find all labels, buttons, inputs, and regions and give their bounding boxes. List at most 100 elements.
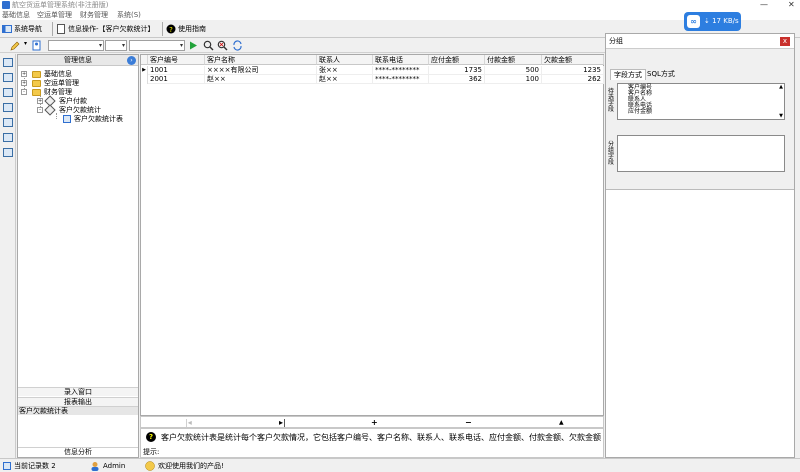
delete-record-button[interactable]: − bbox=[465, 417, 472, 428]
filter-combo-1[interactable]: ▾ bbox=[48, 40, 104, 51]
column-header[interactable]: 联系电话 bbox=[373, 55, 429, 65]
info-analysis-button[interactable]: 信息分析 bbox=[18, 447, 138, 456]
app-icon bbox=[2, 1, 10, 9]
help-icon: ? bbox=[166, 24, 176, 34]
tree-node-debt-statistics[interactable]: - 客户欠款统计 bbox=[37, 104, 137, 116]
record-count: 当前记录数 2 bbox=[14, 462, 56, 470]
network-speed-widget[interactable]: ∞ ⇣ 17 KB/s bbox=[684, 12, 741, 31]
tab-user-guide[interactable]: ? 使用指南 bbox=[164, 21, 210, 37]
last-record-button[interactable]: ▸| bbox=[279, 417, 286, 428]
tree-node-customer-payment[interactable]: + 客户付款 bbox=[37, 95, 137, 107]
expand-icon[interactable]: + bbox=[21, 80, 27, 86]
field-list-label: 待选字段 bbox=[608, 88, 615, 113]
tab-navigation[interactable]: 系统导航 bbox=[0, 21, 46, 37]
import-window-button[interactable]: 录入窗口 bbox=[18, 387, 138, 396]
grid-view-icon[interactable] bbox=[3, 58, 13, 67]
tree-node-debt-report[interactable]: 客户欠款统计表 bbox=[63, 115, 138, 124]
first-record-button[interactable]: |◂ bbox=[185, 417, 192, 428]
column-header[interactable]: 客户编号 bbox=[148, 55, 205, 65]
menu-system[interactable]: 系统(S) bbox=[117, 10, 141, 20]
report-icon[interactable] bbox=[3, 148, 13, 157]
filter-combo-2[interactable]: ▾ bbox=[129, 40, 185, 51]
pencil-icon[interactable] bbox=[10, 41, 20, 51]
description-panel: ? 客户欠款统计表是统计每个客户欠款情况，它包括客户编号、客户名称、联系人、联系… bbox=[140, 428, 604, 458]
row-indicator-header bbox=[141, 55, 148, 65]
play-icon[interactable] bbox=[189, 41, 198, 50]
expand-icon[interactable]: + bbox=[37, 98, 43, 104]
move-up-button[interactable]: ▲ bbox=[559, 417, 564, 428]
management-panel: 管理信息 › + 基础信息 + 空运单管理 - 财务管理 + 客户付款 - 客户… bbox=[17, 54, 139, 458]
search-clear-icon[interactable] bbox=[217, 40, 228, 51]
close-window-button[interactable]: ✕ bbox=[788, 0, 795, 10]
tip-label: 提示: bbox=[143, 448, 160, 456]
description-text: 客户欠款统计表是统计每个客户欠款情况，它包括客户编号、客户名称、联系人、联系电话… bbox=[161, 433, 601, 442]
field-item[interactable]: 应付金额 bbox=[628, 109, 652, 115]
spreadsheet-icon[interactable] bbox=[3, 118, 13, 127]
scroll-up-icon[interactable]: ▲ bbox=[779, 84, 783, 90]
menu-basic-info[interactable]: 基础信息 bbox=[2, 10, 30, 20]
group-panel: 分组 x 字段方式 SQL方式 待选字段 客户编号 客户名称 联系人 联系电话 … bbox=[605, 33, 795, 458]
tree-node-basic-info[interactable]: + 基础信息 bbox=[21, 70, 131, 79]
pencil-dropdown-icon[interactable]: ▾ bbox=[24, 40, 27, 47]
column-header[interactable]: 应付金额 bbox=[429, 55, 485, 65]
filter-combo-1-ext[interactable]: ▾ bbox=[105, 40, 127, 51]
group-field-list[interactable] bbox=[617, 135, 785, 172]
group-field-label: 分组字段 bbox=[608, 141, 615, 166]
report-output-button[interactable]: 报表输出 bbox=[18, 397, 138, 406]
group-result-area bbox=[606, 189, 794, 457]
tab-info-operation-label: 信息操作-【客户欠款统计】 bbox=[68, 25, 155, 33]
column-header[interactable]: 联系人 bbox=[317, 55, 373, 65]
tree-node-waybill[interactable]: + 空运单管理 bbox=[21, 79, 131, 88]
add-record-button[interactable]: + bbox=[371, 417, 378, 428]
network-speed: ⇣ 17 KB/s bbox=[704, 17, 739, 25]
window-title: 航空货运单管理系统(非注册版) bbox=[12, 1, 109, 9]
group-panel-title: 分组 bbox=[609, 37, 623, 45]
field-list[interactable]: 客户编号 客户名称 联系人 联系电话 应付金额 ▲ ▼ bbox=[617, 83, 785, 120]
tab-field-mode[interactable]: 字段方式 bbox=[610, 69, 646, 80]
search-icon[interactable] bbox=[203, 40, 214, 51]
minimize-button[interactable]: — bbox=[760, 0, 768, 10]
column-header[interactable]: 客户名称 bbox=[205, 55, 317, 65]
folder-icon bbox=[32, 80, 41, 87]
data-grid: 客户编号 客户名称 联系人 联系电话 应付金额 付款金额 欠款金额 ▶ 1001… bbox=[140, 54, 604, 416]
hierarchy-icon[interactable] bbox=[3, 73, 13, 82]
expand-icon[interactable]: + bbox=[21, 71, 27, 77]
menu-waybill[interactable]: 空运单管理 bbox=[37, 10, 72, 20]
user-icon bbox=[91, 462, 99, 471]
table-icon bbox=[63, 115, 71, 123]
list-view-icon[interactable] bbox=[3, 88, 13, 97]
chevron-down-icon: ▾ bbox=[98, 42, 102, 49]
tab-user-guide-label: 使用指南 bbox=[178, 25, 206, 33]
smile-icon bbox=[145, 461, 155, 471]
document-icon bbox=[57, 24, 65, 34]
group-panel-header: 分组 x bbox=[606, 34, 794, 49]
current-user: Admin bbox=[103, 462, 126, 470]
collapse-tree-icon[interactable]: - bbox=[37, 107, 43, 113]
collapse-icon[interactable]: › bbox=[127, 56, 136, 65]
tab-info-operation[interactable]: 信息操作-【客户欠款统计】 bbox=[54, 21, 159, 37]
row-indicator bbox=[141, 75, 148, 84]
row-pointer-icon: ▶ bbox=[141, 66, 148, 75]
tab-divider bbox=[162, 22, 163, 36]
diamond-node-icon bbox=[44, 104, 56, 116]
refresh-icon[interactable] bbox=[232, 40, 243, 51]
column-header[interactable]: 欠款金额 bbox=[542, 55, 604, 65]
close-panel-button[interactable]: x bbox=[780, 37, 790, 46]
folder-icon bbox=[32, 71, 41, 78]
menu-finance[interactable]: 财务管理 bbox=[80, 10, 108, 20]
tab-navigation-label: 系统导航 bbox=[14, 25, 42, 33]
report-list-item[interactable]: 客户欠款统计表 bbox=[18, 406, 138, 415]
tree-node-finance[interactable]: - 财务管理 bbox=[21, 88, 131, 97]
collapse-tree-icon[interactable]: - bbox=[21, 89, 27, 95]
tab-sql-mode[interactable]: SQL方式 bbox=[644, 69, 678, 80]
chevron-down-icon: ▾ bbox=[179, 42, 183, 49]
scroll-down-icon[interactable]: ▼ bbox=[779, 113, 783, 119]
form-icon[interactable] bbox=[3, 103, 13, 112]
nav-icon bbox=[2, 25, 12, 33]
user-edit-icon[interactable] bbox=[32, 40, 42, 51]
record-navigator: |◂ ▸| + − ▲ bbox=[140, 416, 604, 428]
tab-divider bbox=[52, 22, 53, 36]
help-icon: ? bbox=[146, 432, 156, 442]
tools-icon[interactable] bbox=[3, 133, 13, 142]
column-header[interactable]: 付款金额 bbox=[485, 55, 542, 65]
